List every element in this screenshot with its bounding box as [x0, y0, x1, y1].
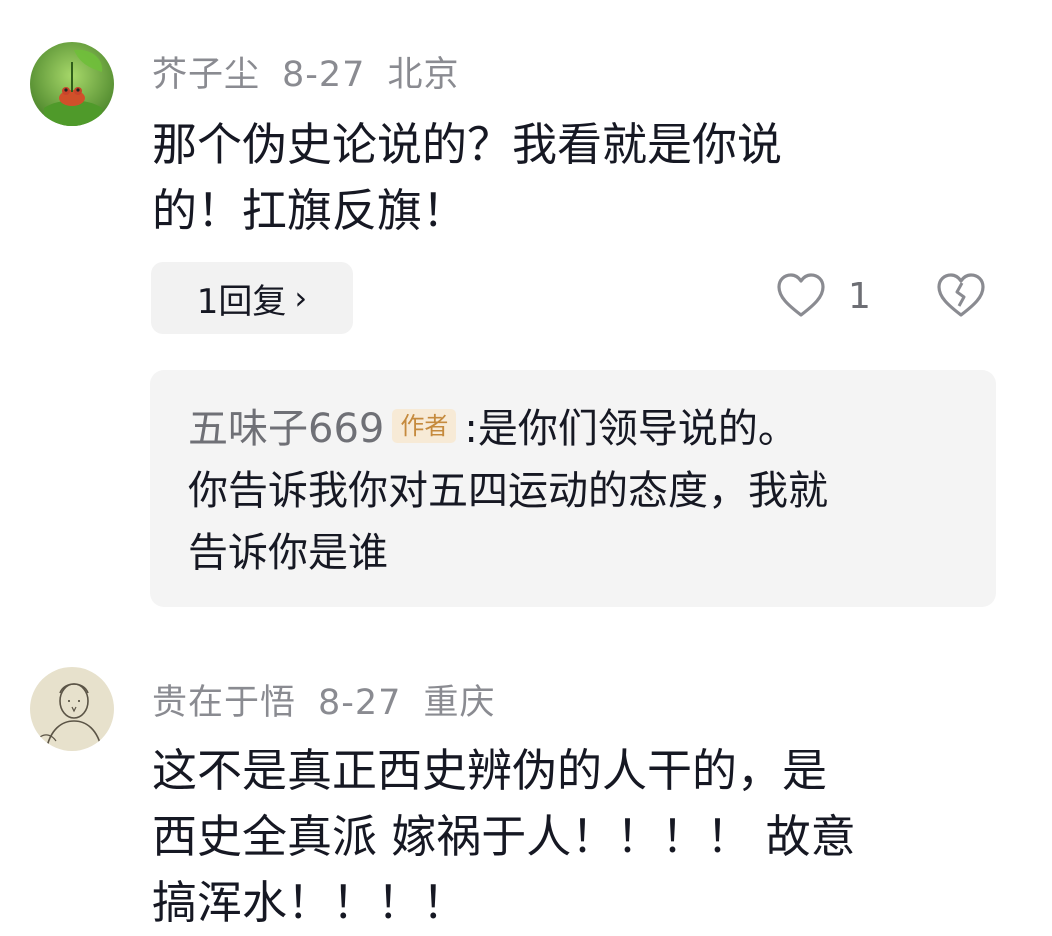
- comment-username[interactable]: 芥子尘: [152, 55, 260, 95]
- view-replies-button[interactable]: 1回复 ›: [151, 262, 353, 334]
- reply-text-segment: :是你们领导说的。: [464, 406, 798, 452]
- comment-date: 8-27: [318, 683, 402, 723]
- comment-body: 这不是真正西史辨伪的人干的，是 西史全真派 嫁祸于人！！！！ 故意 搞浑水！！！…: [152, 738, 1002, 936]
- reply-line: 五味子669 作者:是你们领导说的。: [188, 398, 978, 460]
- reply-username[interactable]: 五味子669: [188, 406, 384, 452]
- comment-meta: 芥子尘 8-27 北京: [152, 46, 481, 97]
- author-badge: 作者: [392, 409, 457, 443]
- like-count: 1: [848, 275, 871, 317]
- user-avatar[interactable]: [30, 42, 114, 126]
- comment-meta: 贵在于悟 8-27 重庆: [152, 674, 517, 725]
- heart-icon: [777, 273, 825, 317]
- reply-body: 五味子669 作者:是你们领导说的。 你告诉我你对五四运动的态度，我就 告诉你是谁: [188, 398, 978, 584]
- comment-location: 北京: [387, 55, 460, 95]
- user-avatar[interactable]: [30, 667, 114, 751]
- view-replies-label: 1回复: [196, 281, 287, 322]
- comment-line: 西史全真派 嫁祸于人！！！！ 故意: [152, 810, 856, 863]
- sketch-portrait-avatar-icon: [30, 667, 114, 751]
- reply-line: 告诉你是谁: [188, 530, 388, 576]
- comment-line: 那个伪史论说的？我看就是你说: [152, 118, 783, 171]
- dislike-button[interactable]: [935, 272, 987, 324]
- chevron-right-icon: ›: [294, 279, 308, 317]
- comment-body: 那个伪史论说的？我看就是你说 的！扛旗反旗！: [152, 112, 1002, 244]
- comment-location: 重庆: [423, 683, 496, 723]
- comment-line: 的！扛旗反旗！: [152, 184, 468, 237]
- reply-preview[interactable]: 五味子669 作者:是你们领导说的。 你告诉我你对五四运动的态度，我就 告诉你是谁: [150, 370, 996, 607]
- comment-username[interactable]: 贵在于悟: [152, 683, 296, 723]
- reply-line: 你告诉我你对五四运动的态度，我就: [188, 468, 828, 514]
- comment-line: 搞浑水！！！！: [152, 876, 468, 929]
- comment-date: 8-27: [282, 55, 366, 95]
- broken-heart-icon: [937, 273, 985, 317]
- frog-on-leaf-avatar-icon: [30, 42, 114, 126]
- like-button[interactable]: 1: [776, 272, 871, 320]
- comment-line: 这不是真正西史辨伪的人干的，是: [152, 744, 828, 797]
